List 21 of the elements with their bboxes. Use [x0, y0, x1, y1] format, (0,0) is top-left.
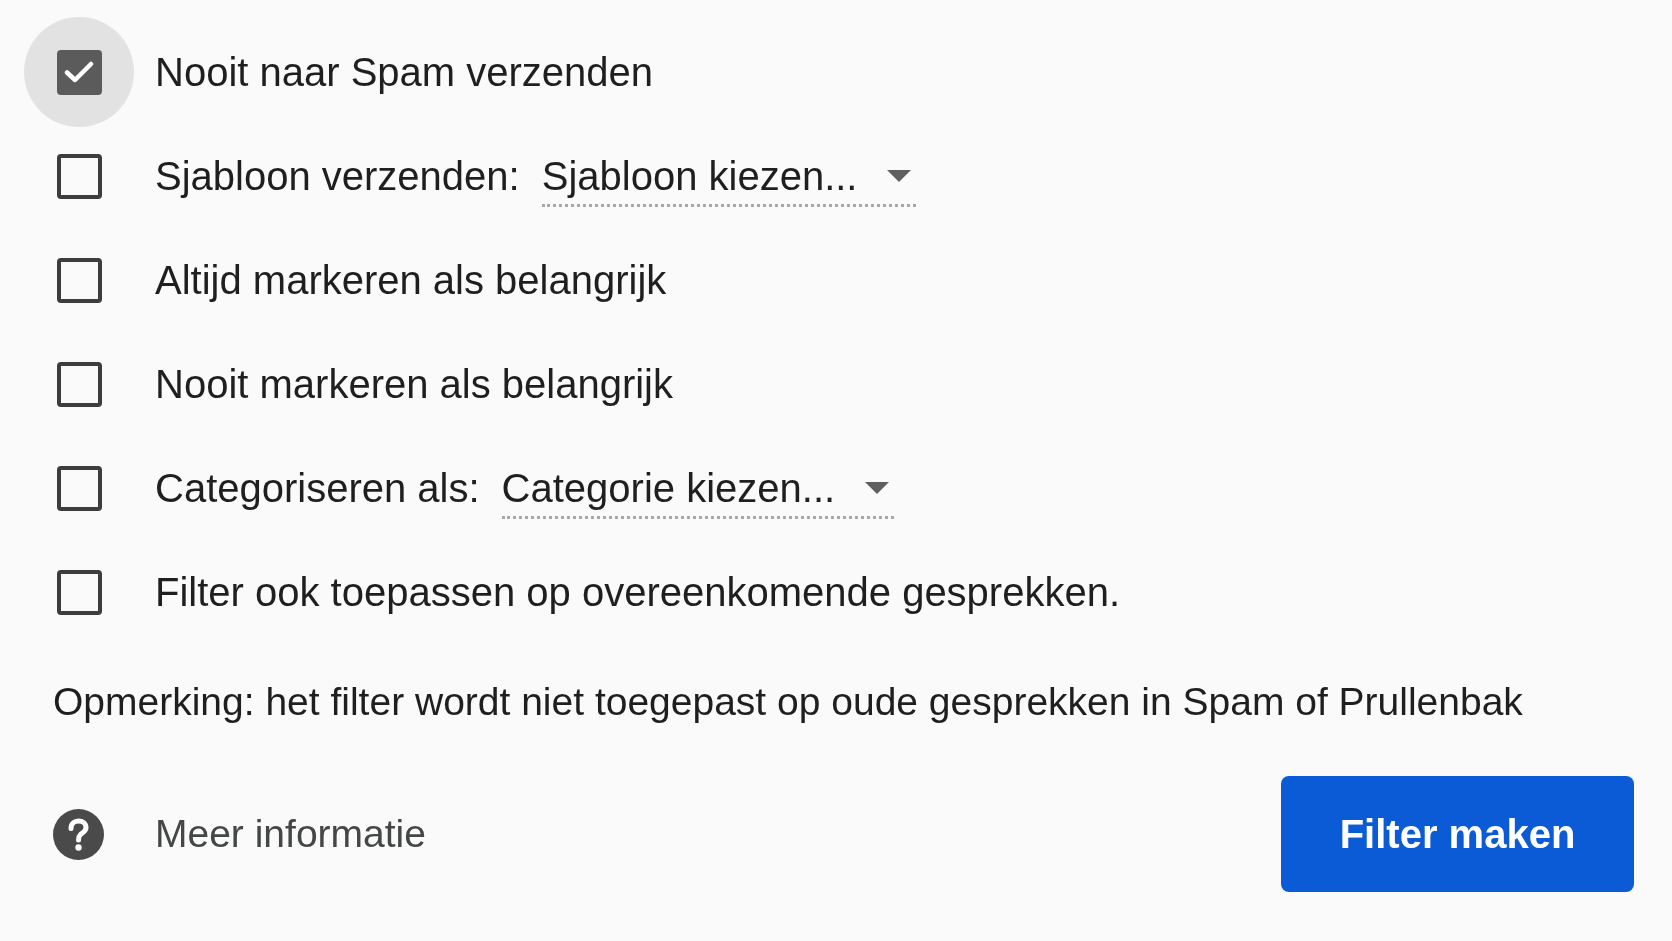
help-link[interactable]: Meer informatie	[53, 808, 426, 860]
dropdown[interactable]: Sjabloon kiezen...	[541, 152, 917, 207]
option-label: Nooit naar Spam verzenden	[155, 49, 654, 96]
option-label: Filter ook toepassen op overeenkomende gesprekken.	[155, 569, 1121, 616]
caret-icon	[887, 170, 912, 182]
checkbox[interactable]	[56, 569, 102, 615]
option-label: Categoriseren als:	[155, 465, 480, 512]
checkbox[interactable]	[56, 257, 102, 303]
dropdown[interactable]: Categorie kiezen...	[501, 464, 895, 519]
checkbox[interactable]	[56, 49, 102, 95]
option-label: Nooit markeren als belangrijk	[155, 361, 673, 408]
option-label: Altijd markeren als belangrijk	[155, 257, 667, 304]
option-label: Sjabloon verzenden:	[155, 153, 520, 200]
checkbox[interactable]	[56, 153, 102, 199]
tick-icon	[64, 60, 94, 84]
note-text: Opmerking: het filter wordt niet toegepast op oude gesprekken in Spam of Prullenbak	[53, 679, 1523, 725]
create-filter-button[interactable]: Filter maken	[1281, 776, 1634, 892]
checkbox[interactable]	[56, 361, 102, 407]
checkbox[interactable]	[56, 465, 102, 511]
caret-icon	[865, 482, 890, 494]
help-icon	[53, 808, 104, 860]
